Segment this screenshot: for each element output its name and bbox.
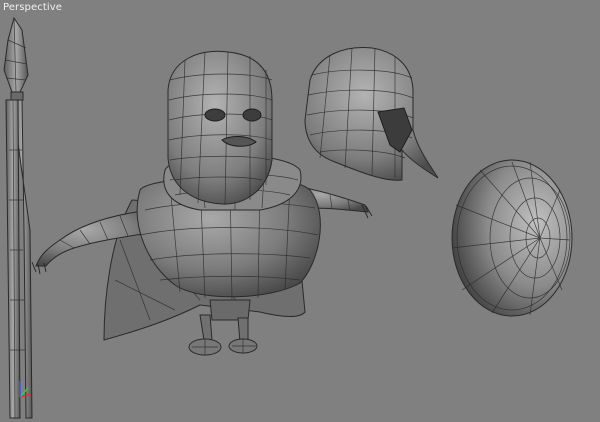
perspective-viewport[interactable]: Perspective [0,0,600,422]
viewport-label[interactable]: Perspective [3,2,62,13]
helmet-mesh[interactable] [304,46,439,181]
viewport-canvas[interactable] [0,0,600,422]
spear-mesh[interactable] [3,16,33,419]
shield-mesh[interactable] [451,159,573,317]
